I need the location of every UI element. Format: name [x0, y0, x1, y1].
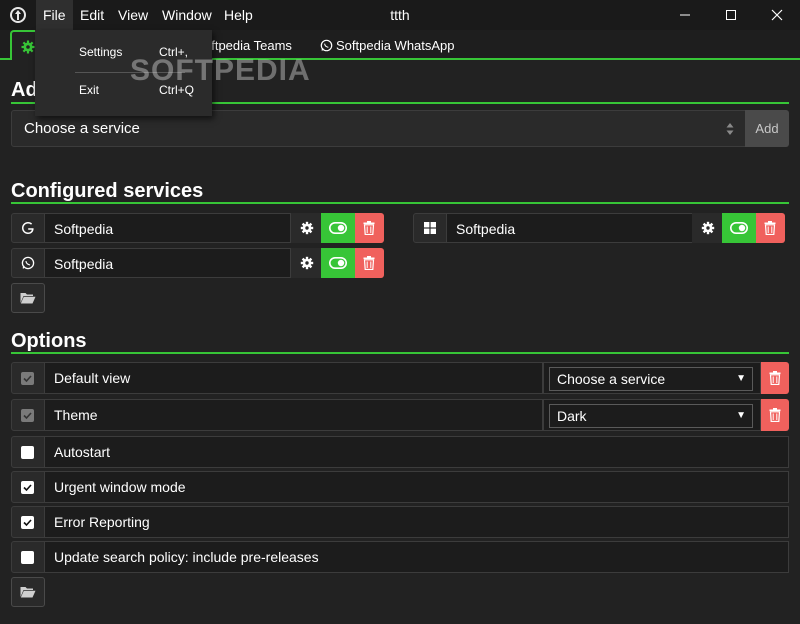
theme-select[interactable]: Dark ▼	[549, 404, 753, 428]
urgent-window-mode-checkbox[interactable]	[21, 481, 34, 494]
theme-label: Theme	[44, 399, 543, 431]
service-settings-button[interactable]	[291, 213, 323, 243]
service-icon-box	[413, 213, 447, 243]
google-icon	[22, 222, 34, 234]
default-view-checkbox[interactable]	[21, 372, 34, 385]
toggle-on-icon	[329, 222, 347, 234]
whatsapp-icon	[320, 39, 333, 52]
error-reporting-label: Error Reporting	[44, 506, 789, 538]
gear-icon	[21, 40, 35, 54]
windows-icon	[424, 222, 436, 234]
service-toggle-button[interactable]	[722, 213, 756, 243]
menu-help[interactable]: Help	[217, 0, 260, 30]
service-toggle-button[interactable]	[321, 248, 355, 278]
minimize-button[interactable]	[662, 0, 708, 30]
caret-down-icon: ▼	[736, 410, 746, 421]
menu-edit[interactable]: Edit	[73, 0, 111, 30]
menu-window[interactable]: Window	[155, 0, 219, 30]
add-service-button[interactable]: Add	[745, 110, 789, 147]
default-view-label: Default view	[44, 362, 543, 394]
close-icon	[771, 9, 783, 21]
menu-item-label: Exit	[79, 83, 100, 97]
close-button[interactable]	[754, 0, 800, 30]
whatsapp-icon	[21, 256, 35, 270]
service-settings-button[interactable]	[291, 248, 323, 278]
urgent-window-mode-label: Urgent window mode	[44, 471, 789, 503]
service-delete-button[interactable]	[355, 248, 384, 278]
folder-open-icon	[20, 587, 36, 598]
checkmark-icon	[23, 375, 32, 383]
menu-item-label: Settings	[79, 45, 123, 59]
maximize-button[interactable]	[708, 0, 754, 30]
service-name: Softpedia	[44, 248, 291, 278]
gear-icon	[300, 221, 314, 235]
autostart-label: Autostart	[44, 436, 789, 468]
default-view-select[interactable]: Choose a service ▼	[549, 367, 753, 391]
theme-delete-button[interactable]	[761, 399, 789, 431]
error-reporting-checkbox[interactable]	[21, 516, 34, 529]
option-checkbox-box	[11, 399, 45, 431]
checkmark-icon	[23, 412, 32, 420]
checkmark-icon	[23, 519, 32, 527]
trash-icon	[363, 256, 375, 270]
option-checkbox-box	[11, 436, 45, 468]
options-title: Options	[11, 330, 87, 352]
toggle-on-icon	[329, 257, 347, 269]
option-checkbox-box	[11, 506, 45, 538]
section-divider	[11, 352, 789, 354]
tab-softpedia-whatsapp[interactable]: Softpedia WhatsApp	[320, 30, 455, 60]
tab-label: Softpedia WhatsApp	[336, 38, 455, 53]
service-delete-button[interactable]	[355, 213, 384, 243]
theme-select-value: Dark	[557, 408, 587, 424]
folder-open-icon	[20, 293, 36, 304]
open-services-folder-button[interactable]	[11, 283, 45, 313]
minimize-icon	[680, 14, 690, 16]
service-delete-button[interactable]	[756, 213, 785, 243]
add-section-title: Ad	[11, 79, 38, 101]
default-view-select-value: Choose a service	[557, 371, 666, 387]
autostart-checkbox[interactable]	[21, 446, 34, 459]
section-divider	[11, 202, 789, 204]
menu-file[interactable]: File	[36, 0, 73, 30]
select-arrows-icon	[726, 123, 734, 135]
trash-icon	[764, 221, 776, 235]
service-name: Softpedia	[446, 213, 693, 243]
trash-icon	[769, 408, 781, 422]
title-bar: File Edit View Window Help ttth	[0, 0, 800, 30]
app-icon	[10, 7, 26, 23]
option-checkbox-box	[11, 471, 45, 503]
watermark: SOFTPEDIA	[130, 54, 311, 87]
option-checkbox-box	[11, 541, 45, 573]
update-policy-label: Update search policy: include pre-releas…	[44, 541, 789, 573]
option-checkbox-box	[11, 362, 45, 394]
gear-icon	[701, 221, 715, 235]
toggle-on-icon	[730, 222, 748, 234]
service-icon-box	[11, 248, 45, 278]
service-toggle-button[interactable]	[321, 213, 355, 243]
trash-icon	[769, 371, 781, 385]
configured-services-title: Configured services	[11, 180, 204, 202]
theme-checkbox[interactable]	[21, 409, 34, 422]
trash-icon	[363, 221, 375, 235]
service-icon-box	[11, 213, 45, 243]
checkmark-icon	[23, 484, 32, 492]
service-name: Softpedia	[44, 213, 291, 243]
default-view-delete-button[interactable]	[761, 362, 789, 394]
update-policy-checkbox[interactable]	[21, 551, 34, 564]
maximize-icon	[726, 10, 736, 20]
service-settings-button[interactable]	[692, 213, 724, 243]
open-settings-folder-button[interactable]	[11, 577, 45, 607]
caret-down-icon: ▼	[736, 373, 746, 384]
service-select-value: Choose a service	[24, 120, 140, 137]
gear-icon	[300, 256, 314, 270]
menu-view[interactable]: View	[111, 0, 155, 30]
